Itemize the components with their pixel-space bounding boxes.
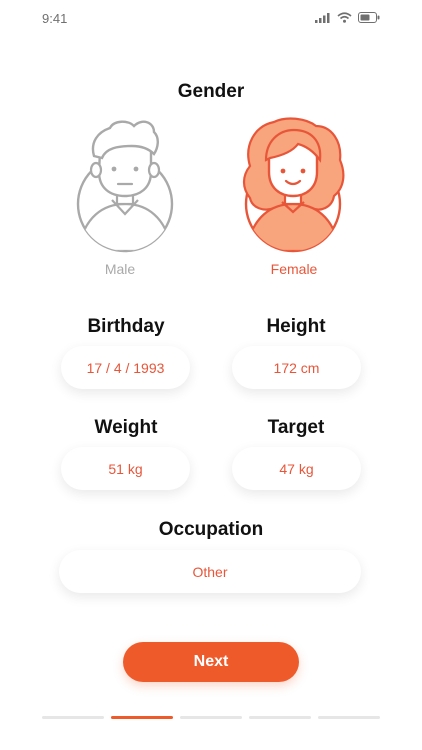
weight-label: Weight bbox=[94, 417, 158, 438]
wifi-icon bbox=[337, 12, 352, 23]
signal-icon bbox=[315, 13, 330, 23]
height-field[interactable]: 172 cm bbox=[232, 346, 361, 389]
female-label[interactable]: Female bbox=[244, 261, 344, 277]
progress-step-active bbox=[111, 716, 173, 719]
male-avatar-icon bbox=[76, 120, 174, 253]
battery-icon bbox=[358, 12, 380, 23]
target-field[interactable]: 47 kg bbox=[232, 447, 361, 490]
status-icons bbox=[315, 12, 380, 23]
status-time: 9:41 bbox=[42, 11, 68, 26]
status-bar: 9:41 bbox=[0, 0, 422, 40]
next-button[interactable]: Next bbox=[123, 642, 299, 682]
height-label: Height bbox=[266, 316, 326, 337]
gender-title: Gender bbox=[177, 81, 245, 102]
weight-field[interactable]: 51 kg bbox=[61, 447, 190, 490]
progress-step bbox=[249, 716, 311, 719]
progress-step bbox=[42, 716, 104, 719]
female-avatar-option[interactable] bbox=[236, 116, 354, 259]
female-avatar-icon bbox=[242, 117, 345, 253]
target-label: Target bbox=[267, 417, 325, 438]
birthday-label: Birthday bbox=[87, 316, 165, 337]
birthday-field[interactable]: 17 / 4 / 1993 bbox=[61, 346, 190, 389]
occupation-label: Occupation bbox=[158, 519, 264, 540]
progress-step bbox=[318, 716, 380, 719]
occupation-field[interactable]: Other bbox=[59, 550, 361, 593]
progress-indicator bbox=[42, 716, 380, 719]
male-avatar-option[interactable] bbox=[74, 116, 176, 259]
progress-step bbox=[180, 716, 242, 719]
male-label[interactable]: Male bbox=[70, 261, 170, 277]
